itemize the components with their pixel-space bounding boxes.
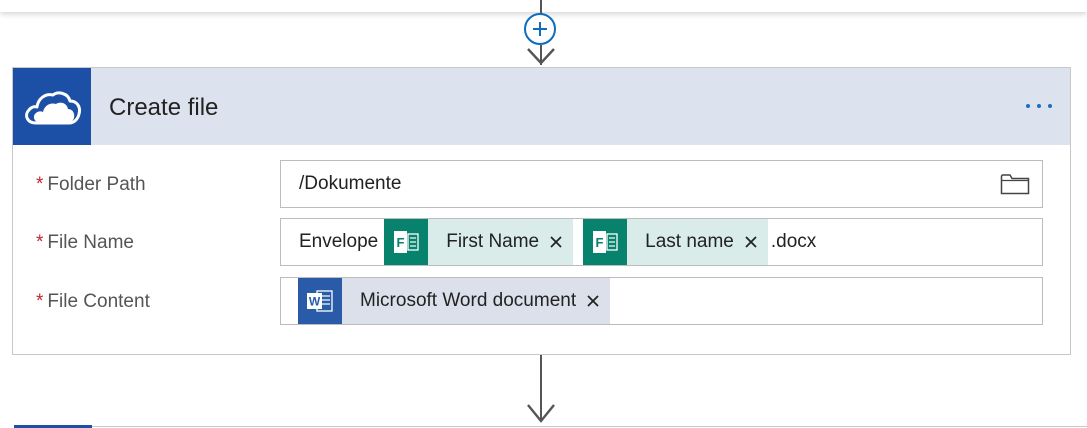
- more-options-button[interactable]: [1026, 96, 1052, 116]
- next-step-card-border: [92, 426, 1087, 427]
- file-name-label-text: File Name: [47, 232, 134, 253]
- file-name-prefix: Envelope: [299, 231, 379, 252]
- remove-token-icon[interactable]: [547, 233, 565, 251]
- required-marker: *: [36, 232, 44, 253]
- file-name-field[interactable]: Envelope F First Name F Last name .docx: [280, 218, 1043, 266]
- svg-text:W: W: [309, 295, 321, 309]
- file-name-suffix: .docx: [770, 231, 817, 252]
- onedrive-cloud-icon: [13, 68, 91, 145]
- folder-icon[interactable]: [1000, 173, 1030, 195]
- connector-line-top: [540, 0, 542, 14]
- ellipsis-dot: [1048, 104, 1052, 108]
- file-content-field[interactable]: W Microsoft Word document: [280, 277, 1043, 325]
- svg-text:F: F: [596, 235, 604, 250]
- arrow-down-icon: [527, 48, 555, 65]
- microsoft-word-icon: W: [298, 278, 342, 324]
- arrow-down-icon: [527, 404, 555, 423]
- remove-token-icon[interactable]: [742, 233, 760, 251]
- microsoft-forms-icon: F: [384, 219, 429, 265]
- plus-icon: [533, 22, 547, 36]
- action-title: Create file: [109, 94, 219, 121]
- ellipsis-dot: [1037, 104, 1041, 108]
- create-file-action-card: Create file * Folder Path /Dokumente * Fil…: [12, 67, 1071, 355]
- dynamic-content-token[interactable]: W Microsoft Word document: [298, 278, 611, 324]
- file-name-label: * File Name: [36, 232, 134, 254]
- remove-token-icon[interactable]: [584, 292, 602, 310]
- microsoft-forms-icon: F: [583, 219, 628, 265]
- required-marker: *: [36, 291, 44, 312]
- required-marker: *: [36, 174, 44, 195]
- file-content-label-text: File Content: [47, 291, 150, 312]
- folder-path-value: /Dokumente: [299, 173, 402, 194]
- folder-path-label-text: Folder Path: [47, 174, 146, 195]
- token-label: Last name: [645, 231, 734, 252]
- svg-text:F: F: [397, 235, 405, 250]
- ellipsis-dot: [1026, 104, 1030, 108]
- token-label: Microsoft Word document: [360, 290, 577, 311]
- file-content-label: * File Content: [36, 291, 150, 313]
- dynamic-content-token[interactable]: F Last name: [583, 219, 768, 265]
- folder-path-field[interactable]: /Dokumente: [280, 160, 1043, 208]
- folder-path-label: * Folder Path: [36, 174, 146, 196]
- token-label: First Name: [446, 231, 540, 252]
- add-step-button[interactable]: [524, 13, 556, 45]
- action-card-header[interactable]: Create file: [13, 68, 1070, 145]
- dynamic-content-token[interactable]: F First Name: [384, 219, 574, 265]
- previous-step-card-edge: [0, 0, 1087, 12]
